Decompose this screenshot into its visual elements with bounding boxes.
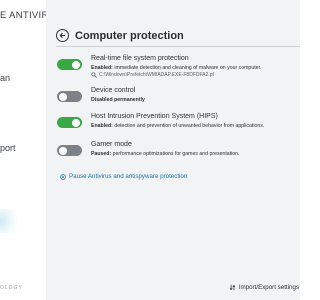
item-status: Disabled permanently — [91, 97, 145, 103]
item-name[interactable]: Device control — [91, 87, 135, 94]
title-divider — [56, 46, 300, 47]
realtime-protection-toggle[interactable] — [57, 59, 82, 70]
item-name[interactable]: Host Intrusion Prevention System (HIPS) — [91, 113, 218, 120]
sidebar-item-fragment[interactable]: port — [0, 143, 16, 153]
status-label: Enabled: — [91, 123, 113, 129]
page-title: Computer protection — [75, 30, 184, 42]
item-status: Enabled: immediate detection and cleanin… — [91, 65, 261, 71]
magnifier-icon — [91, 72, 97, 78]
hips-toggle[interactable] — [57, 117, 82, 128]
sidebar-item-fragment[interactable]: an — [0, 73, 10, 83]
item-name[interactable]: Real-time file system protection — [91, 55, 189, 62]
scanned-file-path: C:\Windows\Prefetch\WMIADAP.EXE-F8DFDFA2… — [91, 72, 214, 78]
footer-link-label: Import/Export settings — [238, 284, 299, 291]
back-arrow-icon — [59, 32, 66, 39]
import-export-icon — [229, 284, 236, 291]
pause-link-label: Pause Antivirus and antispyware protecti… — [69, 173, 188, 180]
status-text: immediate detection and cleaning of malw… — [112, 65, 262, 71]
sidebar: E ANTIVIRUS an port OLOGY — [0, 0, 62, 300]
toggle-knob — [59, 92, 67, 101]
status-label: Disabled permanently — [91, 97, 145, 103]
toggle-knob — [59, 146, 67, 155]
brand-footer: OLOGY — [0, 285, 23, 291]
status-label: Enabled: — [91, 65, 113, 71]
path-text: C:\Windows\Prefetch\WMIADAP.EXE-F8DFDFA2… — [99, 72, 214, 78]
item-status: Enabled: detection and prevention of unw… — [91, 123, 264, 129]
pause-protection-link[interactable]: Pause Antivirus and antispyware protecti… — [60, 173, 187, 180]
gamer-mode-toggle[interactable] — [57, 145, 82, 156]
status-text: detection and prevention of unwanted beh… — [112, 123, 265, 129]
back-button[interactable] — [56, 29, 69, 42]
import-export-settings-link[interactable]: Import/Export settings — [229, 284, 299, 291]
toggle-knob — [72, 118, 80, 127]
item-name[interactable]: Gamer mode — [91, 141, 132, 148]
toggle-knob — [72, 60, 80, 69]
sidebar-glow — [0, 209, 22, 233]
main-panel: Computer protection Real-time file syste… — [46, 0, 300, 300]
item-status: Paused: performance optimizations for ga… — [91, 151, 240, 157]
device-control-toggle[interactable] — [57, 91, 82, 102]
status-text: performance optimizations for games and … — [111, 151, 240, 157]
status-label: Paused: — [91, 151, 112, 157]
pause-icon — [60, 173, 66, 180]
